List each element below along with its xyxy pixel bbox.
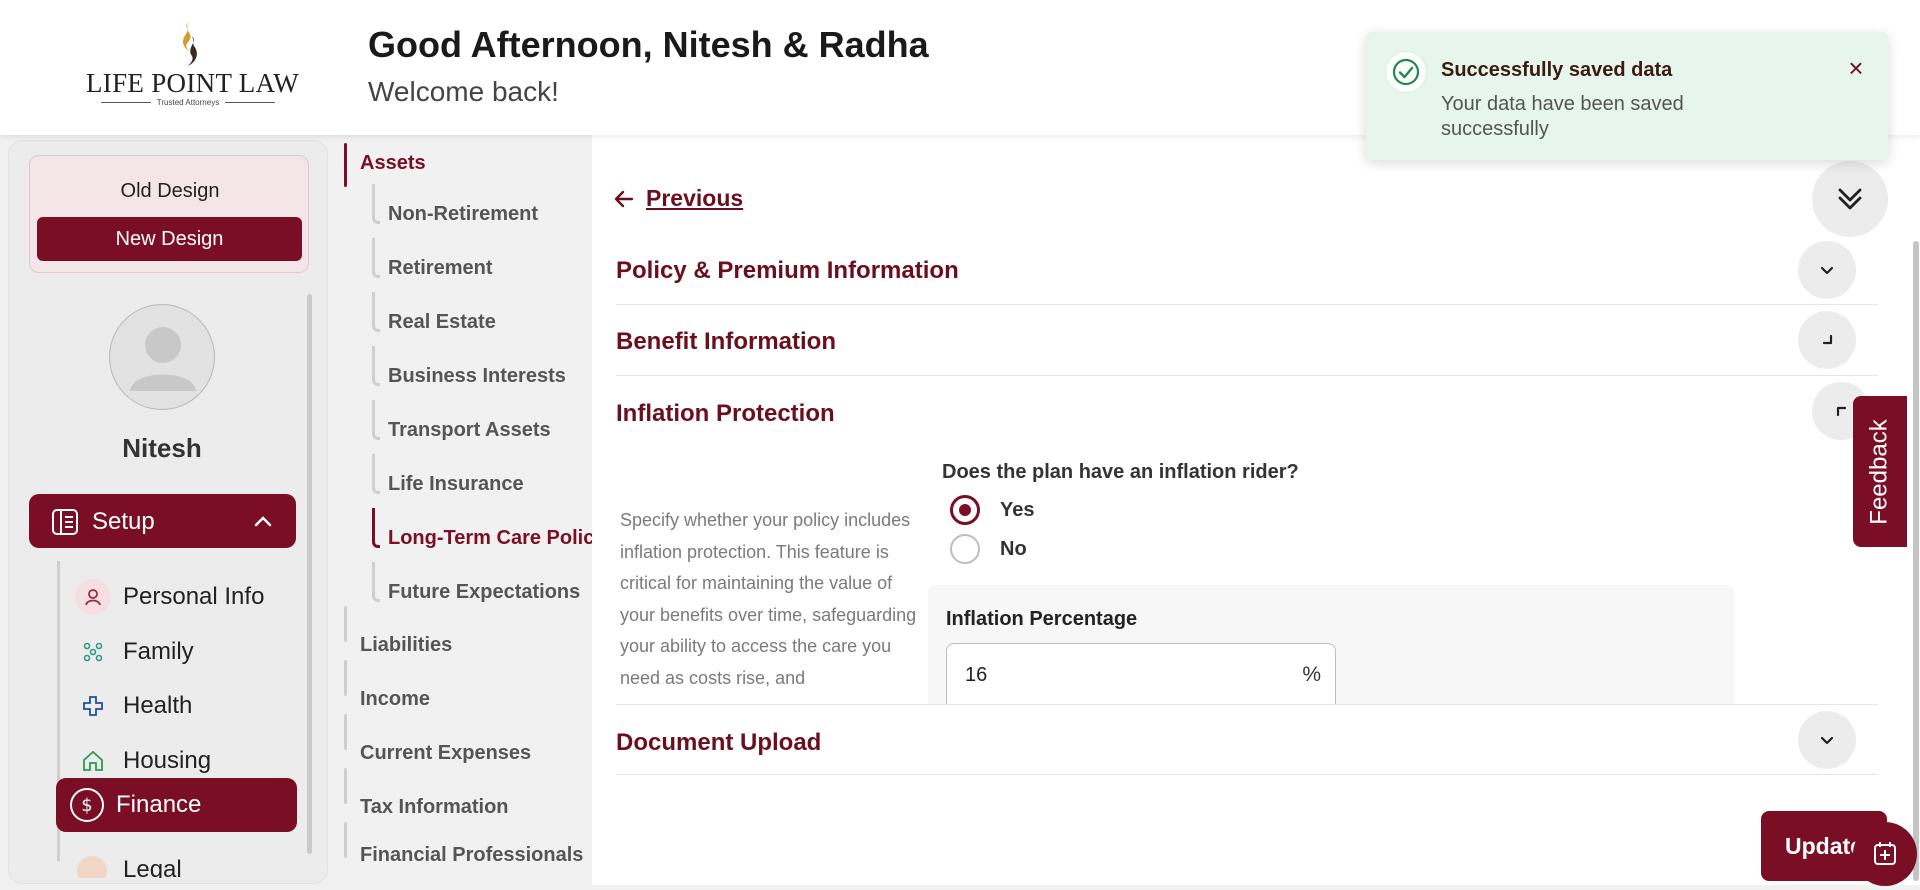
inflation-percentage-label: Inflation Percentage <box>946 608 1138 630</box>
tree-item-transport-assets[interactable]: Transport Assets <box>388 419 551 442</box>
finance-tree-nav: Assets Non-Retirement Retirement Real Es… <box>336 140 592 884</box>
avatar[interactable] <box>109 304 215 410</box>
tree-item-assets[interactable]: Assets <box>360 152 426 175</box>
user-name: Nitesh <box>122 433 202 463</box>
chevron-up-icon <box>254 516 272 527</box>
previous-link[interactable]: Previous <box>612 185 743 212</box>
toast-title: Successfully saved data <box>1441 59 1673 81</box>
radio-no[interactable]: No <box>950 534 1027 564</box>
house-icon <box>75 743 111 779</box>
tree-item-business-interests[interactable]: Business Interests <box>388 365 566 388</box>
setup-panel-icon <box>52 509 78 535</box>
main-scrollbar[interactable] <box>1913 241 1919 881</box>
sidebar-item-label: Family <box>123 638 194 665</box>
welcome-subtitle: Welcome back! <box>368 76 559 107</box>
tree-item-future-expectations[interactable]: Future Expectations <box>388 581 580 604</box>
svg-text:$: $ <box>81 795 92 815</box>
radio-yes-label: Yes <box>1000 498 1035 521</box>
section-title: Document Upload <box>616 729 822 756</box>
inflation-percentage-value: 16 <box>965 664 988 686</box>
logo-subtitle: Trusted Attorneys <box>86 98 290 107</box>
inflation-percentage-panel: Inflation Percentage 16 % <box>928 585 1734 705</box>
old-design-option[interactable]: Old Design <box>30 180 310 203</box>
life-point-law-logo[interactable]: LIFE POINT LAW Trusted Attorneys <box>86 18 300 110</box>
dollar-icon: $ <box>70 788 104 822</box>
tree-item-real-estate[interactable]: Real Estate <box>388 311 496 334</box>
arrow-left-icon <box>614 190 634 207</box>
sidebar-item-legal[interactable]: Legal <box>57 838 297 878</box>
sidebar-item-personal-info[interactable]: Personal Info <box>57 571 297 623</box>
person-icon <box>75 579 111 615</box>
legal-icon <box>77 856 107 878</box>
tree-item-liabilities[interactable]: Liabilities <box>360 634 452 657</box>
toast-close-button[interactable]: × <box>1842 54 1870 82</box>
tree-item-retirement[interactable]: Retirement <box>388 257 492 280</box>
chevron-rotating-icon[interactable] <box>1798 311 1856 369</box>
radio-yes[interactable]: Yes <box>950 495 1034 525</box>
inflation-description: Specify whether your policy includes inf… <box>620 510 917 688</box>
tree-item-current-expenses[interactable]: Current Expenses <box>360 742 531 765</box>
main-content: Previous Policy & Premium Information Be… <box>592 135 1920 885</box>
logo-flame-icon <box>183 22 197 66</box>
sidebar-scrollbar[interactable] <box>307 294 312 854</box>
tree-item-life-insurance[interactable]: Life Insurance <box>388 473 524 496</box>
logo-subtitle-text: Trusted Attorneys <box>156 98 220 107</box>
tree-item-tax-information[interactable]: Tax Information <box>360 796 509 819</box>
greeting-title: Good Afternoon, Nitesh & Radha <box>368 24 929 65</box>
sidebar-item-family[interactable]: Family <box>57 626 297 678</box>
logo-title: LIFE POINT LAW <box>86 68 300 98</box>
check-circle-icon <box>1386 52 1426 92</box>
update-label: Update <box>1785 832 1863 859</box>
sidebar-item-label: Finance <box>116 791 202 818</box>
feedback-label: Feedback <box>1866 418 1893 525</box>
new-design-button[interactable]: New Design <box>37 217 302 261</box>
percent-unit: % <box>1302 663 1321 686</box>
sidebar-item-label: Health <box>123 692 193 719</box>
sidebar-item-finance[interactable]: $ Finance <box>56 778 297 832</box>
section-title[interactable]: Inflation Protection <box>616 400 835 428</box>
tree-item-non-retirement[interactable]: Non-Retirement <box>388 203 538 226</box>
section-title: Policy & Premium Information <box>616 257 959 284</box>
radio-no-unselected[interactable] <box>950 534 980 564</box>
section-benefit-information[interactable]: Benefit Information <box>616 305 1878 376</box>
inflation-rider-question: Does the plan have an inflation rider? <box>942 461 1299 483</box>
section-title: Benefit Information <box>616 328 836 355</box>
add-note-fab[interactable] <box>1853 822 1917 886</box>
left-sidebar: Old Design New Design Nitesh Setup Perso… <box>8 140 328 884</box>
tree-item-long-term-care-policy[interactable]: Long-Term Care Policy <box>388 527 592 550</box>
setup-label: Setup <box>92 508 155 535</box>
success-toast: Successfully saved data Your data have b… <box>1366 32 1888 160</box>
section-policy-premium[interactable]: Policy & Premium Information <box>616 235 1878 305</box>
sidebar-item-label: Housing <box>123 747 212 774</box>
sidebar-item-health[interactable]: Health <box>57 680 297 732</box>
double-chevron-down-icon <box>1838 188 1862 210</box>
sidebar-item-label: Legal <box>123 856 182 878</box>
user-silhouette-icon <box>130 327 196 391</box>
chevron-down-icon[interactable] <box>1798 711 1856 769</box>
family-icon <box>75 634 111 670</box>
health-cross-icon <box>75 688 111 724</box>
sidebar-item-label: Personal Info <box>123 583 265 610</box>
add-note-icon <box>1874 842 1896 865</box>
design-switcher: Old Design New Design <box>29 155 309 273</box>
feedback-tab[interactable]: Feedback <box>1853 396 1907 547</box>
setup-menu-toggle[interactable]: Setup <box>29 494 296 548</box>
chevron-down-icon[interactable] <box>1798 241 1856 299</box>
radio-no-label: No <box>1000 537 1027 560</box>
toast-message: Your data have been saved successfully <box>1441 93 1684 140</box>
inflation-percentage-input[interactable]: 16 % <box>946 643 1336 705</box>
section-document-upload[interactable]: Document Upload <box>616 705 1878 775</box>
tree-item-financial-professionals[interactable]: Financial Professionals <box>360 844 583 867</box>
tree-item-income[interactable]: Income <box>360 688 430 711</box>
radio-yes-selected[interactable] <box>950 495 980 525</box>
previous-label: Previous <box>646 185 744 211</box>
collapse-all-button[interactable] <box>1812 161 1888 237</box>
